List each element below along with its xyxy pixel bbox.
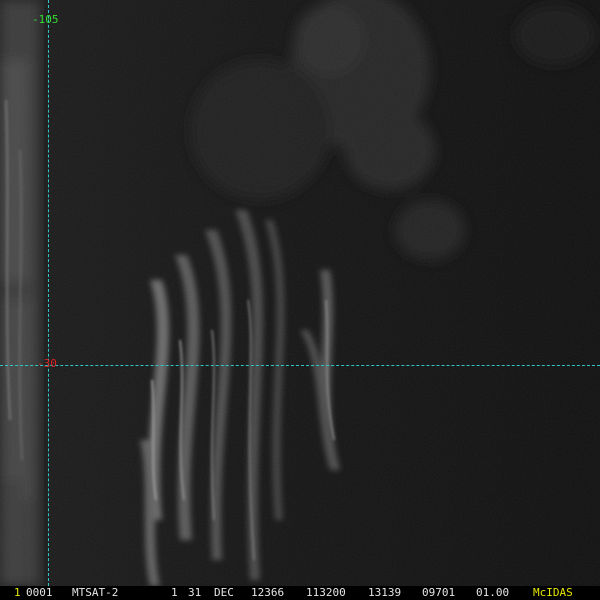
satellite-name: MTSAT-2 bbox=[72, 586, 119, 599]
julian-date: 12366 bbox=[251, 586, 285, 599]
resolution: 01.00 bbox=[476, 586, 510, 599]
longitude-label: -105 bbox=[32, 13, 59, 26]
band-number: 1 bbox=[171, 586, 178, 599]
satellite-image-viewer: -105 -30 1 0001 MTSAT-2 1 31 DEC 12366 1… bbox=[0, 0, 600, 600]
frame-index: 0001 bbox=[26, 586, 53, 599]
image-month: DEC bbox=[214, 586, 234, 599]
image-day: 31 bbox=[188, 586, 202, 599]
mcidas-label: McIDAS bbox=[533, 586, 573, 599]
image-time: 113200 bbox=[306, 586, 346, 599]
latitude-label: -30 bbox=[37, 357, 57, 370]
satellite-cloud-image bbox=[0, 0, 600, 586]
frame-number: 1 bbox=[14, 586, 21, 599]
element-start: 09701 bbox=[422, 586, 456, 599]
status-bar: 1 0001 MTSAT-2 1 31 DEC 12366 113200 131… bbox=[0, 586, 600, 600]
line-start: 13139 bbox=[368, 586, 402, 599]
